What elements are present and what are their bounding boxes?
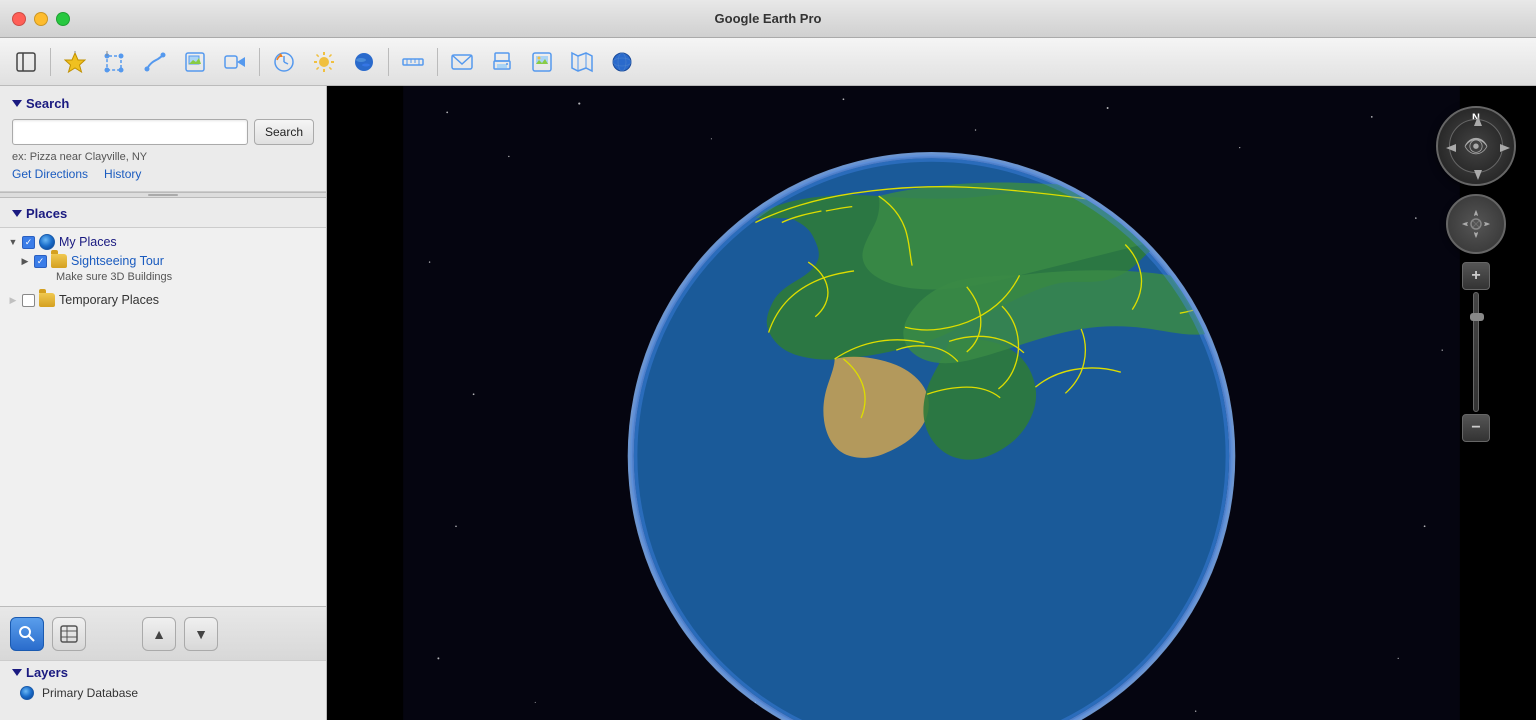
earth-view: [327, 86, 1536, 720]
sidebar: Search Search ex: Pizza near Clayville, …: [0, 86, 327, 720]
add-placemark-button[interactable]: [57, 44, 93, 80]
sightseeing-checkbox[interactable]: ✓: [34, 255, 47, 268]
places-collapse-icon[interactable]: [12, 210, 22, 217]
search-header: Search: [12, 96, 314, 111]
sightseeing-tour-item[interactable]: ▶ ✓ Sightseeing Tour: [0, 252, 326, 270]
history-link[interactable]: History: [104, 167, 141, 181]
places-tree: ▼ ✓ My Places ▶ ✓ Sightseeing Tour Make …: [0, 228, 326, 313]
layers-title: Layers: [26, 665, 68, 680]
app-title: Google Earth Pro: [715, 11, 822, 26]
titlebar: Google Earth Pro: [0, 0, 1536, 38]
sightseeing-label[interactable]: Sightseeing Tour: [71, 254, 164, 268]
sunlight-button[interactable]: [306, 44, 342, 80]
layers-bottom-button[interactable]: [52, 617, 86, 651]
sightseeing-folder-icon: [51, 254, 67, 268]
layers-header: Layers: [12, 665, 314, 680]
minimize-button[interactable]: [34, 12, 48, 26]
map-area[interactable]: N 👁: [327, 86, 1536, 720]
sidebar-bottom-toolbar: ▲ ▼: [0, 606, 326, 660]
spacer-btn: [94, 617, 134, 651]
search-bottom-button[interactable]: [10, 617, 44, 651]
search-collapse-icon[interactable]: [12, 100, 22, 107]
toolbar-separator: [50, 48, 51, 76]
places-section: Places ▼ ✓ My Places ▶ ✓ Sightseeing Tou…: [0, 198, 326, 606]
print-button[interactable]: [484, 44, 520, 80]
toolbar-separator-4: [437, 48, 438, 76]
close-button[interactable]: [12, 12, 26, 26]
search-links: Get Directions History: [12, 167, 314, 181]
save-image-button[interactable]: [524, 44, 560, 80]
main-toolbar: [0, 38, 1536, 86]
temp-expand-arrow[interactable]: ▶: [8, 295, 18, 305]
add-path-button[interactable]: [137, 44, 173, 80]
email-button[interactable]: [444, 44, 480, 80]
sidebar-toggle-button[interactable]: [8, 44, 44, 80]
my-places-item[interactable]: ▼ ✓ My Places: [0, 232, 326, 252]
temporary-places-label: Temporary Places: [59, 293, 159, 307]
temporary-folder-icon: [39, 293, 55, 307]
earth-view-button[interactable]: [604, 44, 640, 80]
ruler-button[interactable]: [395, 44, 431, 80]
search-button[interactable]: Search: [254, 119, 314, 145]
my-places-checkbox[interactable]: ✓: [22, 236, 35, 249]
zoom-track[interactable]: [1473, 292, 1479, 412]
atmosphere-button[interactable]: [346, 44, 382, 80]
toolbar-separator-2: [259, 48, 260, 76]
sightseeing-expand-arrow[interactable]: ▶: [20, 256, 30, 266]
add-overlay-button[interactable]: [177, 44, 213, 80]
temporary-places-checkbox[interactable]: [22, 294, 35, 307]
navigation-controls: N 👁: [1436, 106, 1516, 442]
main-content: Search Search ex: Pizza near Clayville, …: [0, 86, 1536, 720]
primary-database-item[interactable]: Primary Database: [12, 684, 314, 702]
get-directions-link[interactable]: Get Directions: [12, 167, 88, 181]
zoom-thumb[interactable]: [1470, 313, 1484, 321]
temporary-places-item[interactable]: ▶ Temporary Places: [0, 291, 326, 309]
search-hint: ex: Pizza near Clayville, NY: [12, 151, 314, 163]
record-tour-button[interactable]: [217, 44, 253, 80]
add-polygon-button[interactable]: [97, 44, 133, 80]
my-places-label: My Places: [59, 235, 117, 249]
pan-control[interactable]: [1446, 194, 1506, 254]
layers-collapse-icon[interactable]: [12, 669, 22, 676]
primary-database-label: Primary Database: [42, 686, 138, 700]
maximize-button[interactable]: [56, 12, 70, 26]
primary-db-globe-icon: [20, 686, 34, 700]
window-controls: [12, 12, 70, 26]
compass-arrows-svg: [1438, 108, 1518, 188]
move-down-button[interactable]: ▼: [184, 617, 218, 651]
sightseeing-subtext: Make sure 3D Buildings: [0, 270, 326, 285]
my-places-globe-icon: [39, 234, 55, 250]
places-header: Places: [0, 198, 326, 228]
my-places-expand-arrow[interactable]: ▼: [8, 237, 18, 247]
move-up-button[interactable]: ▲: [142, 617, 176, 651]
maps-button[interactable]: [564, 44, 600, 80]
toolbar-separator-3: [388, 48, 389, 76]
layers-section: Layers Primary Database: [0, 660, 326, 720]
search-section: Search Search ex: Pizza near Clayville, …: [0, 86, 326, 192]
places-title: Places: [26, 206, 67, 221]
historical-imagery-button[interactable]: [266, 44, 302, 80]
zoom-out-button[interactable]: −: [1462, 414, 1490, 442]
zoom-control: + −: [1462, 262, 1490, 442]
pan-icon: [1458, 206, 1494, 242]
search-title: Search: [26, 96, 69, 111]
search-row: Search: [12, 119, 314, 145]
zoom-in-button[interactable]: +: [1462, 262, 1490, 290]
search-input[interactable]: [12, 119, 248, 145]
compass[interactable]: N 👁: [1436, 106, 1516, 186]
